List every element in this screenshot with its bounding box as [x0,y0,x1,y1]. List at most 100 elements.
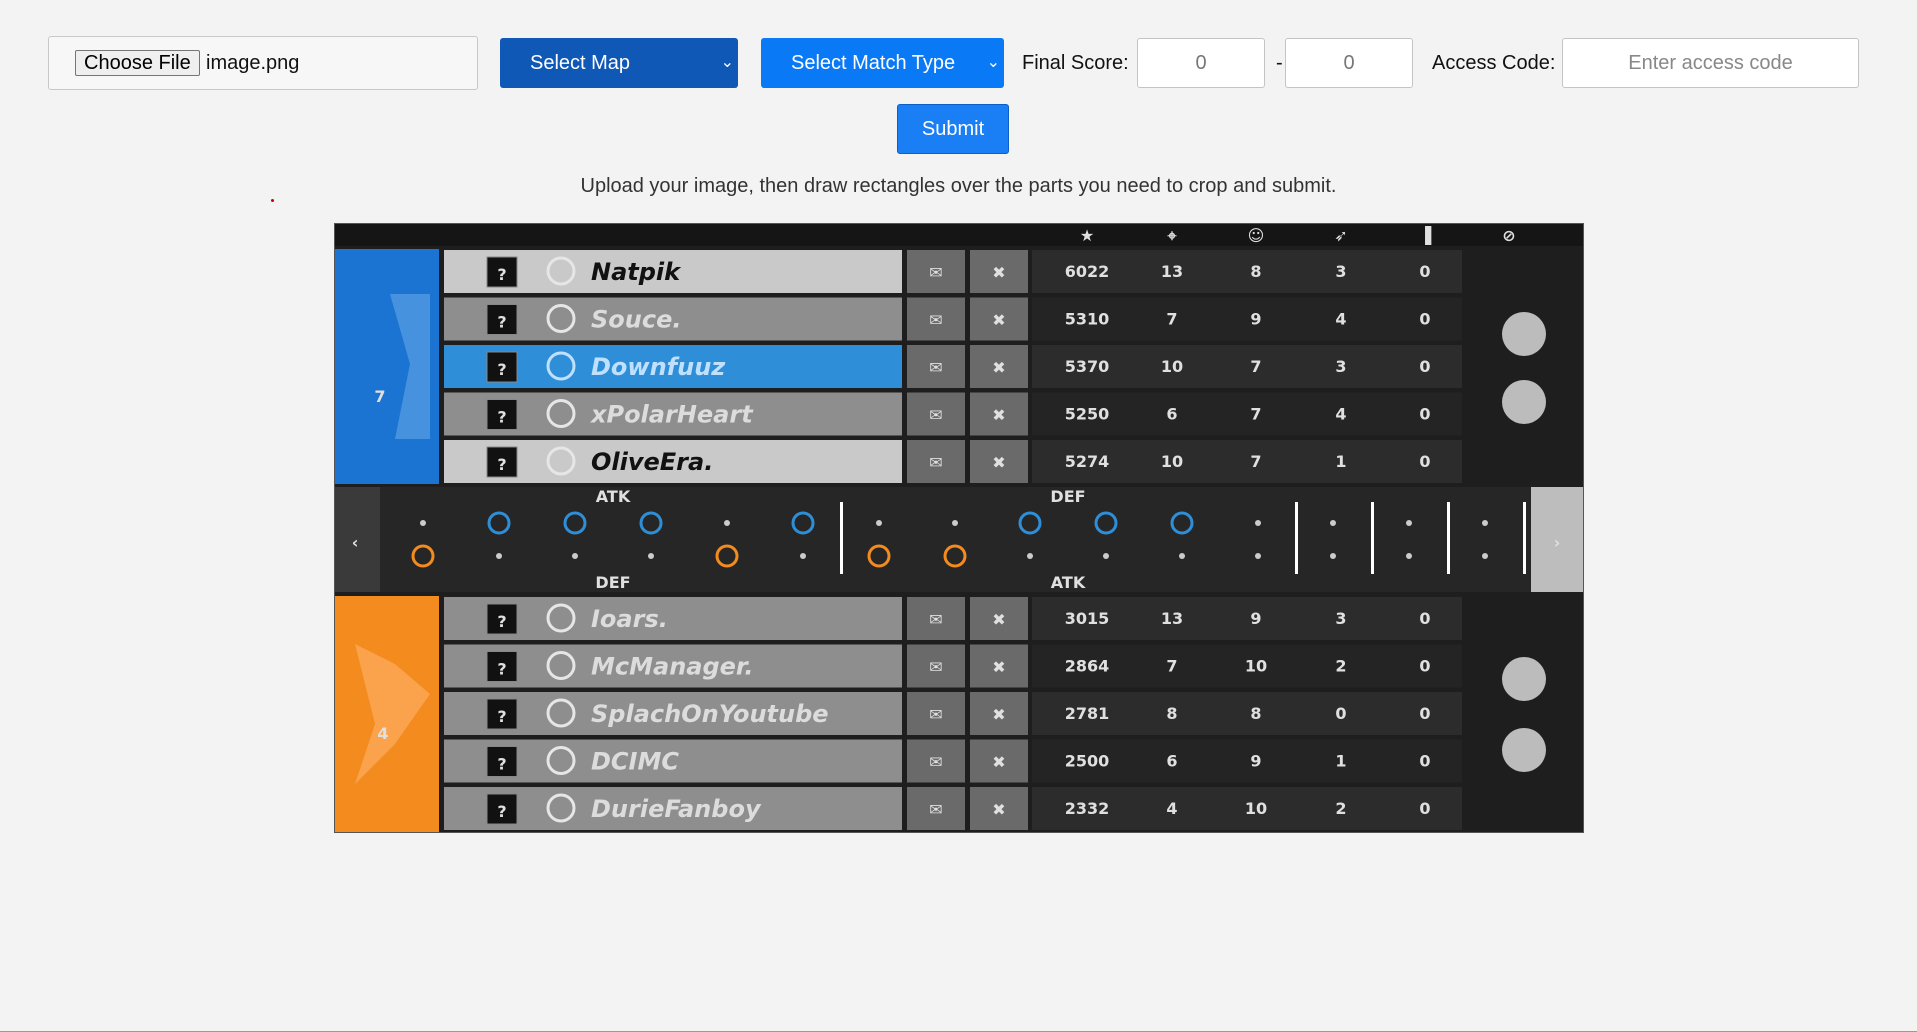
uploaded-image-canvas[interactable]: ★ ⌖ ☺ ➶ ▐ ⊘ 7 4? Natpik ✉ ✖ 6022 13 8 3 0? Souce. ✉ ✖ 5310 7… [334,223,1584,833]
top-deaths: 4 [1335,310,1346,329]
operator-portrait-icon [1502,380,1546,424]
bottom-chat-icon: ✉ [929,800,942,819]
top-ping: 0 [1419,405,1430,424]
top-mute-icon: ✖ [992,311,1005,330]
header-strip [335,224,1583,246]
top-rank-glyph: ? [497,408,506,427]
bottom-mute-icon: ✖ [992,753,1005,772]
team-bottom-score: 4 [377,724,388,743]
bottom-assists: 9 [1250,752,1261,771]
top-player-name: OliveEra. [591,448,713,476]
map-select-label: Select Map [530,52,631,74]
match-type-select[interactable]: Select Match Type ⌄ [761,38,1004,88]
top-player-name: Downfuuz [591,353,726,381]
top-chat-icon: ✉ [929,263,942,282]
top-rank-glyph: ? [497,265,506,284]
access-code-input[interactable]: Enter access code [1562,38,1859,88]
score-left-input[interactable]: 0 [1137,38,1265,88]
round-divider [1447,502,1450,574]
chevron-right-icon: › [1554,533,1561,552]
bottom-kills: 6 [1166,752,1177,771]
bottom-ping: 0 [1419,799,1430,818]
bottom-rank-glyph: ? [497,755,506,774]
round-bottom-right-label: ATK [1051,573,1086,592]
star-icon: ★ [1080,226,1094,245]
assist-icon: ☺ [1248,226,1265,245]
submit-button[interactable]: Submit [897,104,1009,154]
bottom-chat-icon: ✉ [929,705,942,724]
operator-portrait-icon [1502,657,1546,701]
bottom-mute-icon: ✖ [992,705,1005,724]
round-dot [952,520,958,526]
top-kills: 6 [1166,405,1177,424]
bottom-deaths: 2 [1335,657,1346,676]
round-divider [1523,502,1526,574]
bottom-assists: 10 [1245,799,1267,818]
top-mute-icon: ✖ [992,406,1005,425]
bottom-ping: 0 [1419,752,1430,771]
bottom-mute-icon: ✖ [992,800,1005,819]
round-dot [1330,520,1336,526]
top-chat-icon: ✉ [929,358,942,377]
top-deaths: 4 [1335,405,1346,424]
team-top-score: 7 [374,387,385,406]
file-name: image.png [206,52,300,74]
bottom-assists: 8 [1250,704,1261,723]
bottom-deaths: 2 [1335,799,1346,818]
crosshair-icon: ⌖ [1166,226,1177,245]
bottom-deaths: 0 [1335,704,1346,723]
top-assists: 7 [1250,452,1261,471]
top-score: 5370 [1065,357,1110,376]
map-select[interactable]: Select Map ⌄ [500,38,738,88]
top-mute-icon: ✖ [992,453,1005,472]
top-mute-icon: ✖ [992,263,1005,282]
top-score: 5310 [1065,310,1110,329]
round-dot [1330,553,1336,559]
round-dot [876,520,882,526]
file-input[interactable]: Choose File image.png [48,36,478,90]
top-assists: 8 [1250,262,1261,281]
round-dot [800,553,806,559]
bottom-score: 2781 [1065,704,1110,723]
top-player-name: Souce. [591,306,681,334]
bottom-player-name: DCIMC [591,748,679,776]
score-separator: - [1276,52,1283,74]
round-bottom-left-label: DEF [595,573,630,592]
bottom-player-name: DurieFanboy [591,795,762,823]
round-dot [1406,553,1412,559]
death-icon: ➶ [1334,226,1347,245]
top-chat-icon: ✉ [929,311,942,330]
round-divider [1371,502,1374,574]
round-top-right-label: DEF [1050,487,1085,506]
bottom-ping: 0 [1419,657,1430,676]
bottom-chat-icon: ✉ [929,753,942,772]
round-divider [840,502,843,574]
bottom-chat-icon: ✉ [929,610,942,629]
round-top-left-label: ATK [596,487,631,506]
top-deaths: 3 [1335,262,1346,281]
bottom-rank-glyph: ? [497,660,506,679]
top-kills: 13 [1161,262,1183,281]
top-assists: 7 [1250,405,1261,424]
bottom-player-name: McManager. [591,653,753,681]
score-right-input[interactable]: 0 [1285,38,1413,88]
top-player-name: Natpik [591,258,682,286]
chevron-down-icon: ⌄ [720,54,734,71]
round-dot [1255,520,1261,526]
round-dot [1027,553,1033,559]
top-mute-icon: ✖ [992,358,1005,377]
top-ping: 0 [1419,452,1430,471]
bottom-deaths: 3 [1335,609,1346,628]
bottom-player-name: Ioars. [591,605,668,633]
bottom-score: 2864 [1065,657,1110,676]
top-kills: 10 [1161,452,1183,471]
choose-file-button[interactable]: Choose File [75,50,200,76]
round-dot [1179,553,1185,559]
top-rank-glyph: ? [497,313,506,332]
bottom-mute-icon: ✖ [992,610,1005,629]
match-type-select-label: Select Match Type [791,52,956,74]
round-dot [1255,553,1261,559]
chevron-down-icon: ⌄ [986,54,1000,71]
bottom-kills: 13 [1161,609,1183,628]
operator-portrait-icon [1502,312,1546,356]
